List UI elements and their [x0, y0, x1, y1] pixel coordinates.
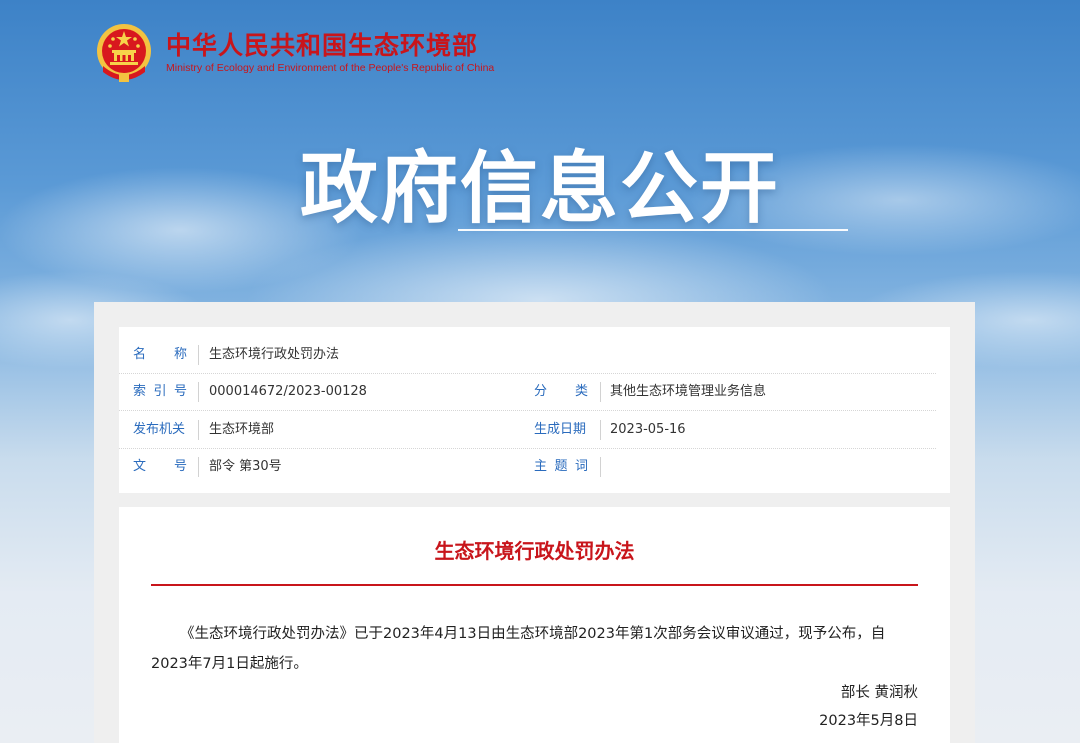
meta-separator	[198, 420, 199, 440]
meta-label-char: 引	[153, 384, 167, 399]
meta-row-index: 索 引 号 000014672/2023-00128 分 类 其他生态环境管理业…	[119, 373, 936, 411]
meta-label-char: 索	[133, 384, 147, 399]
meta-value-index: 000014672/2023-00128	[209, 384, 367, 399]
metadata-card: 名 称 生态环境行政处罚办法 索 引 号 000014672/2023-0012…	[119, 327, 950, 493]
hero-underline	[458, 229, 848, 231]
meta-label-char: 称	[173, 347, 187, 362]
document-signature: 部长 黄润秋 2023年5月8日	[819, 679, 918, 735]
meta-label-char: 分	[534, 384, 548, 399]
meta-row-issuer: 发布机关 生态环境部 生成日期 2023-05-16	[119, 411, 936, 449]
meta-value-category: 其他生态环境管理业务信息	[610, 384, 767, 399]
meta-separator	[600, 457, 601, 477]
meta-label-char: 文	[133, 459, 147, 474]
signer-name: 部长 黄润秋	[840, 685, 918, 701]
meta-value-issuer: 生态环境部	[209, 422, 275, 437]
meta-value-date: 2023-05-16	[610, 422, 686, 437]
meta-label-category: 分 类	[534, 373, 588, 410]
meta-separator	[198, 345, 199, 365]
page-hero-title: 政府信息公开	[299, 144, 780, 234]
meta-label-char: 类	[574, 384, 588, 399]
meta-label-index: 索 引 号	[133, 373, 187, 410]
meta-row-docno: 文 号 部令 第30号 主 题 词	[119, 448, 936, 485]
ministry-name-cn[interactable]: 中华人民共和国生态环境部	[166, 26, 478, 62]
meta-value-docno: 部令 第30号	[209, 459, 282, 474]
meta-label-docno: 文 号	[133, 448, 187, 485]
meta-separator	[198, 382, 199, 402]
document-title: 生态环境行政处罚办法	[434, 539, 635, 563]
document-card: 生态环境行政处罚办法 《生态环境行政处罚办法》已于2023年4月13日由生态环境…	[119, 507, 950, 743]
meta-separator	[600, 382, 601, 402]
national-emblem-icon[interactable]	[95, 22, 153, 84]
title-divider	[151, 584, 918, 586]
meta-row-name: 名 称 生态环境行政处罚办法	[119, 336, 936, 374]
meta-label-issuer: 发布机关	[133, 422, 186, 437]
meta-label-char: 主	[534, 459, 548, 474]
meta-label-char: 题	[554, 459, 568, 474]
meta-label-char: 名	[133, 347, 147, 362]
meta-label-char: 号	[173, 459, 187, 474]
sign-date: 2023年5月8日	[819, 713, 918, 729]
meta-label-subject: 主 题 词	[534, 448, 588, 485]
meta-label-date: 生成日期	[534, 422, 587, 437]
document-body: 《生态环境行政处罚办法》已于2023年4月13日由生态环境部2023年第1次部务…	[151, 626, 886, 672]
meta-label-char: 词	[574, 459, 588, 474]
ministry-name-en[interactable]: Ministry of Ecology and Environment of t…	[166, 62, 494, 74]
meta-label-name: 名 称	[133, 336, 187, 373]
meta-separator	[600, 420, 601, 440]
meta-label-char: 号	[173, 384, 187, 399]
meta-separator	[198, 457, 199, 477]
meta-value-name: 生态环境行政处罚办法	[209, 347, 340, 362]
